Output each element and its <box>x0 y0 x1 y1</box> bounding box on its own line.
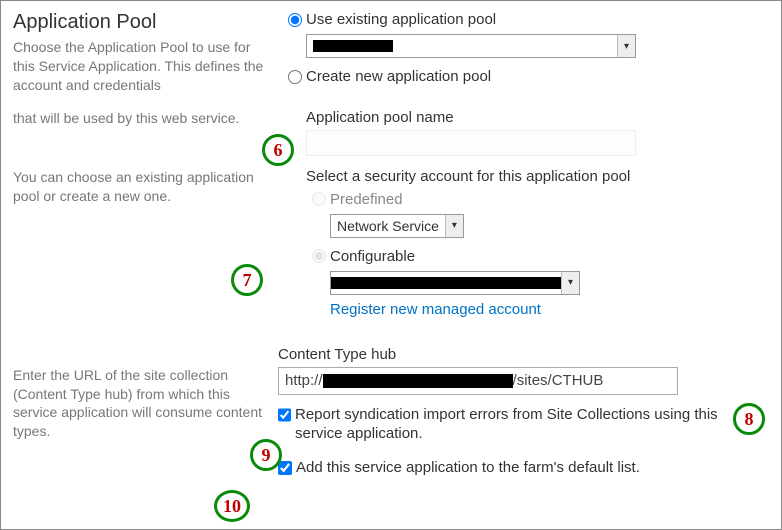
content-hub-help: Enter the URL of the site collection (Co… <box>13 366 268 442</box>
report-errors-checkbox[interactable] <box>278 408 291 422</box>
annotation-6: 6 <box>262 134 294 166</box>
app-pool-help-2: that will be used by this web service. <box>13 109 268 128</box>
app-pool-help-1: Choose the Application Pool to use for t… <box>13 38 268 95</box>
default-list-checkbox[interactable] <box>278 461 292 475</box>
create-new-pool-label: Create new application pool <box>306 68 491 85</box>
redacted-pool-value <box>313 40 393 52</box>
annotation-8: 8 <box>733 403 765 435</box>
content-hub-url-input[interactable]: http:// /sites/CTHUB <box>278 367 678 395</box>
chevron-down-icon: ▾ <box>445 215 463 237</box>
register-account-link[interactable]: Register new managed account <box>330 301 541 318</box>
url-suffix: /sites/CTHUB <box>513 372 604 389</box>
predefined-dropdown[interactable]: Network Service ▾ <box>330 214 464 238</box>
default-list-label: Add this service application to the farm… <box>296 458 640 478</box>
use-existing-pool-radio[interactable] <box>288 13 302 27</box>
create-new-pool-radio[interactable] <box>288 70 302 84</box>
predefined-radio[interactable] <box>312 192 326 206</box>
redacted-account-value <box>337 277 527 289</box>
use-existing-pool-label: Use existing application pool <box>306 11 496 28</box>
predefined-label: Predefined <box>330 191 403 208</box>
report-errors-label: Report syndication import errors from Si… <box>295 405 769 444</box>
app-pool-help-3: You can choose an existing application p… <box>13 168 268 206</box>
configurable-dropdown[interactable]: ▾ <box>330 271 580 295</box>
chevron-down-icon: ▾ <box>617 35 635 57</box>
chevron-down-icon: ▾ <box>561 272 579 294</box>
existing-pool-dropdown[interactable]: ▾ <box>306 34 636 58</box>
annotation-9: 9 <box>250 439 282 471</box>
configurable-label: Configurable <box>330 248 415 265</box>
predefined-value: Network Service <box>331 218 445 234</box>
app-pool-title: Application Pool <box>13 11 268 34</box>
configurable-radio[interactable] <box>312 249 326 263</box>
pool-name-label: Application pool name <box>306 109 769 126</box>
pool-name-input[interactable] <box>306 130 636 156</box>
annotation-7: 7 <box>231 264 263 296</box>
url-prefix: http:// <box>285 372 323 389</box>
annotation-10: 10 <box>214 490 250 522</box>
content-hub-label: Content Type hub <box>278 346 769 363</box>
redacted-url-host <box>323 374 513 388</box>
security-account-label: Select a security account for this appli… <box>306 168 769 185</box>
